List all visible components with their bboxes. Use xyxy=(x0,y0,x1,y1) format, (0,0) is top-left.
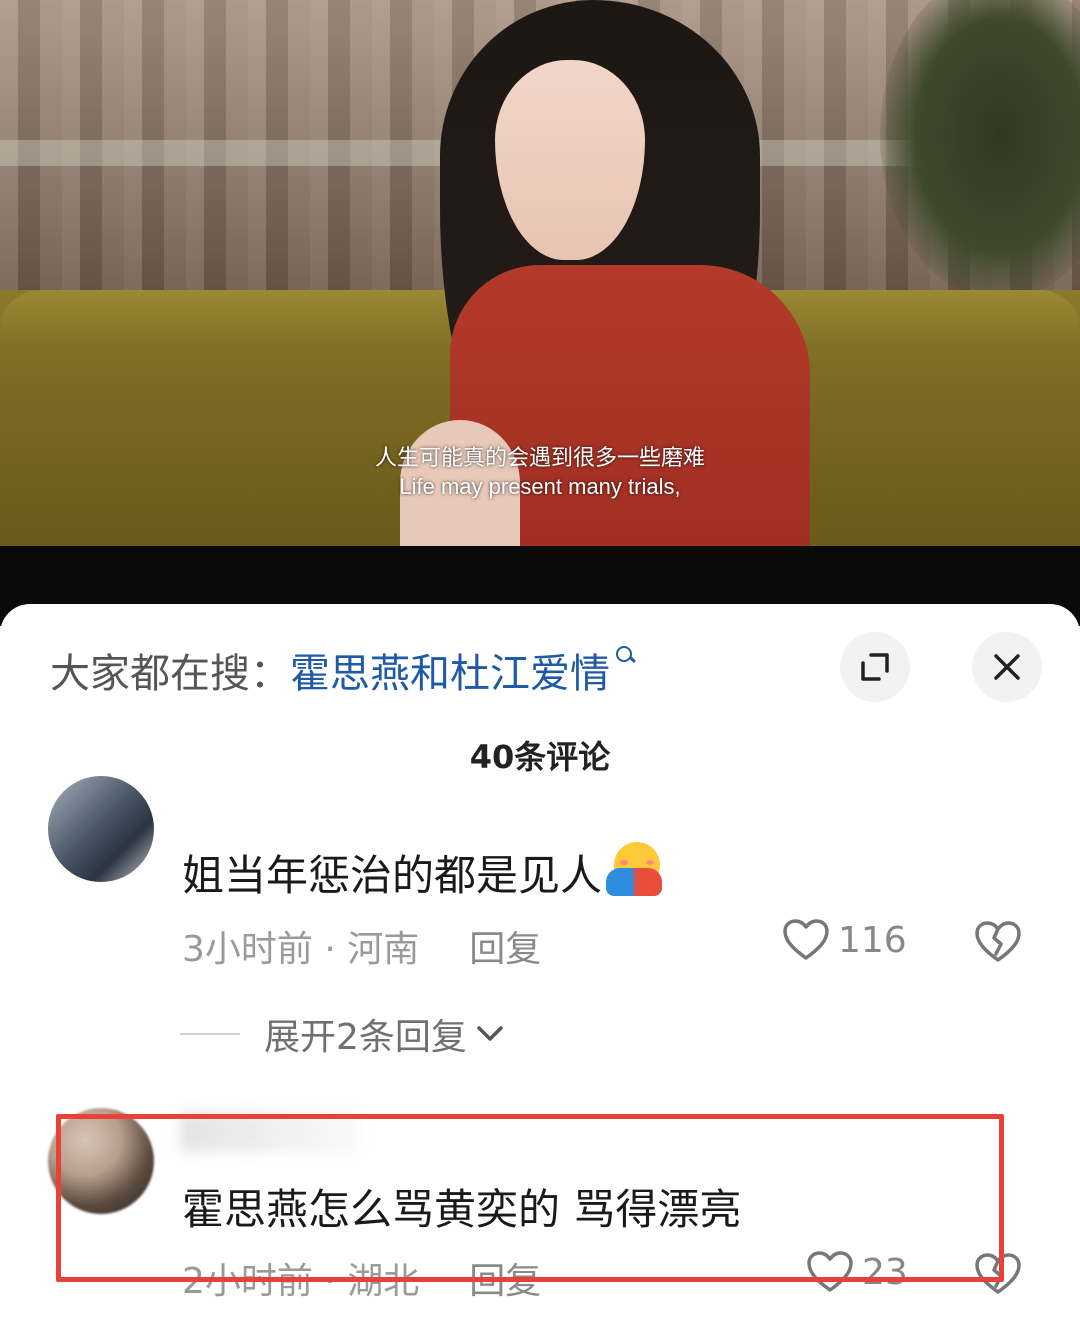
expand-button[interactable] xyxy=(840,632,910,702)
video-player[interactable]: 人生可能真的会遇到很多一些磨难 Life may present many tr… xyxy=(0,0,1080,546)
highlight-annotation-box xyxy=(56,1114,1004,1282)
expand-icon xyxy=(861,653,889,681)
subtitle-english: Life may present many trials, xyxy=(399,474,681,499)
heart-icon xyxy=(783,919,829,960)
divider xyxy=(180,1033,240,1035)
expand-replies-label: 展开2条回复 xyxy=(264,1017,467,1058)
comment-meta: 3小时前 · 河南 回复 xyxy=(182,920,541,972)
like-count: 116 xyxy=(838,919,907,961)
trending-search-query[interactable]: 霍思燕和杜江爱情 xyxy=(290,641,610,699)
close-icon xyxy=(994,654,1020,680)
comment-body: 姐当年惩治的都是见人 xyxy=(182,851,603,900)
subtitle-chinese: 人生可能真的会遇到很多一些磨难 xyxy=(374,446,705,471)
comment-text: 姐当年惩治的都是见人 xyxy=(182,842,663,903)
like-button[interactable]: 116 xyxy=(782,918,907,962)
trending-search[interactable]: 大家都在搜： 霍思燕和杜江爱情 xyxy=(50,640,636,700)
broken-heart-icon xyxy=(975,921,1021,962)
dislike-button[interactable] xyxy=(974,920,1022,968)
close-button[interactable] xyxy=(972,632,1042,702)
search-icon[interactable] xyxy=(614,644,636,666)
chevron-down-icon xyxy=(477,1026,503,1041)
expand-replies[interactable]: 展开2条回复 xyxy=(180,1008,505,1060)
comment-count: 40条评论 xyxy=(469,738,611,776)
reply-button[interactable]: 回复 xyxy=(469,920,541,972)
trending-search-prefix: 大家都在搜： xyxy=(50,651,290,697)
comment-time-location: 3小时前 · 河南 xyxy=(182,929,420,970)
avatar[interactable] xyxy=(48,776,154,882)
hugging-face-emoji-icon xyxy=(606,842,663,898)
